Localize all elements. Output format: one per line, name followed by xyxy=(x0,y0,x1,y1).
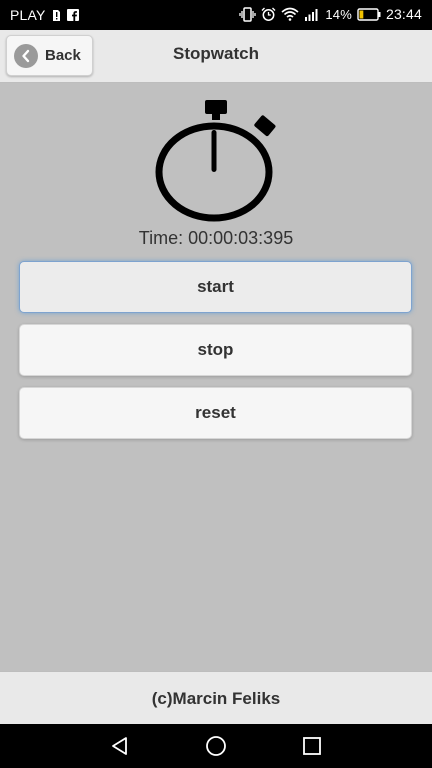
elapsed-time-display: Time: 00:00:03:395 xyxy=(138,228,294,248)
vibrate-icon xyxy=(239,6,256,22)
carrier-label: PLAY xyxy=(10,7,46,23)
signal-icon xyxy=(304,7,320,21)
stopwatch-icon xyxy=(154,98,278,222)
navigation-bar xyxy=(0,724,432,768)
nav-recents-icon[interactable] xyxy=(300,734,324,758)
battery-percent: 14% xyxy=(325,6,352,22)
clock-label: 23:44 xyxy=(385,6,422,22)
reset-button[interactable]: reset xyxy=(19,387,412,439)
nav-home-icon[interactable] xyxy=(204,734,228,758)
stop-button[interactable]: stop xyxy=(19,324,412,376)
nav-back-icon[interactable] xyxy=(108,734,132,758)
sim-alert-icon xyxy=(52,9,61,22)
start-button[interactable]: start xyxy=(19,261,412,313)
status-right: 14% 23:44 xyxy=(239,6,422,22)
page-title: Stopwatch xyxy=(173,44,259,63)
header-bar: Back Stopwatch xyxy=(0,30,432,83)
footer-bar: (c)Marcin Feliks xyxy=(0,671,432,725)
alarm-icon xyxy=(261,7,276,22)
app-screen: PLAY 14% 23:44 Back Stopwatch Time: 00:0… xyxy=(0,0,432,768)
battery-icon xyxy=(357,7,381,21)
status-left: PLAY xyxy=(10,7,79,23)
copyright-text: (c)Marcin Feliks xyxy=(151,688,281,708)
facebook-icon xyxy=(66,9,79,21)
wifi-icon xyxy=(281,7,299,21)
status-bar: PLAY 14% 23:44 xyxy=(0,0,432,30)
